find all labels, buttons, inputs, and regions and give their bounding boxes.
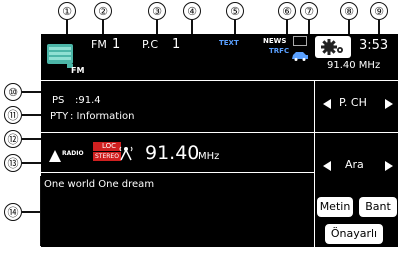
preset-channel-label: P. CH xyxy=(339,96,367,109)
news-icon xyxy=(293,36,307,46)
callout-4: ④ xyxy=(183,2,201,20)
stereo-indicator: STEREO xyxy=(93,152,121,161)
callout-13: ⑬ xyxy=(4,154,22,172)
news-indicator: NEWS xyxy=(263,37,287,45)
top-divider xyxy=(41,80,398,81)
controls-divider-vertical xyxy=(314,80,315,247)
text-indicator: TEXT xyxy=(219,39,239,47)
callout-5: ⑤ xyxy=(226,2,244,20)
preset-channel-control[interactable]: P. CH xyxy=(323,94,395,114)
callout-14: ⑭ xyxy=(4,203,22,221)
area-control[interactable]: Ara xyxy=(323,156,395,176)
frequency-top: 91.40 MHz xyxy=(327,60,381,71)
controls-divider-horizontal xyxy=(41,132,398,133)
callout-5-leader xyxy=(234,20,236,34)
radio-screen: FM FM 1 P.C 1 TEXT NEWS TRFC 3:53 91.40 … xyxy=(41,34,398,247)
radio-text-divider xyxy=(41,172,314,173)
settings-button[interactable] xyxy=(315,36,351,58)
band-name: FM xyxy=(91,38,107,51)
triangle-left-icon[interactable] xyxy=(323,99,331,109)
clock: 3:53 xyxy=(359,38,389,53)
band-button[interactable]: Bant xyxy=(359,197,397,217)
callout-3: ③ xyxy=(148,2,166,20)
callout-14-leader xyxy=(22,211,40,213)
area-label: Ara xyxy=(345,158,364,171)
trfc-indicator: TRFC xyxy=(269,47,290,55)
pty-value: : Information xyxy=(70,111,135,122)
band-icon-label: FM xyxy=(71,66,85,75)
frequency-main: 91.40 xyxy=(145,142,200,164)
loc-indicator: LOC xyxy=(93,142,121,151)
callout-7: ⑦ xyxy=(300,2,318,20)
radio-logo-icon xyxy=(49,147,61,162)
settings-gear-icon xyxy=(321,39,343,55)
preset-label: P.C xyxy=(142,38,159,51)
callout-12: ⑫ xyxy=(4,130,22,148)
preset-number: 1 xyxy=(172,37,181,52)
text-button[interactable]: Metin xyxy=(317,197,353,217)
stereo-label: STEREO xyxy=(95,153,119,160)
callout-2-leader xyxy=(102,20,104,34)
callout-9: ⑨ xyxy=(370,2,388,20)
band-number: 1 xyxy=(112,37,121,52)
callout-6: ⑥ xyxy=(278,2,296,20)
ps-label: PS xyxy=(52,95,65,106)
callout-3-leader xyxy=(156,20,158,34)
ps-value: :91.4 xyxy=(75,95,101,106)
triangle-left-icon[interactable] xyxy=(323,161,331,171)
signal-antenna-icon xyxy=(118,144,134,162)
callout-1: ① xyxy=(58,2,76,20)
radio-label: RADIO xyxy=(62,150,84,157)
callout-2: ② xyxy=(94,2,112,20)
pty-label: PTY xyxy=(50,111,69,122)
callout-8: ⑧ xyxy=(340,2,358,20)
triangle-right-icon[interactable] xyxy=(385,161,393,171)
frequency-unit: MHz xyxy=(198,151,220,162)
radio-text: One world One dream xyxy=(44,179,155,190)
triangle-right-icon[interactable] xyxy=(385,99,393,109)
callout-11: ⑪ xyxy=(4,106,22,124)
car-traffic-icon xyxy=(291,46,309,61)
loc-label: LOC xyxy=(102,142,117,150)
callout-10: ⑩ xyxy=(4,83,22,101)
presets-button[interactable]: Önayarlı xyxy=(325,224,383,244)
